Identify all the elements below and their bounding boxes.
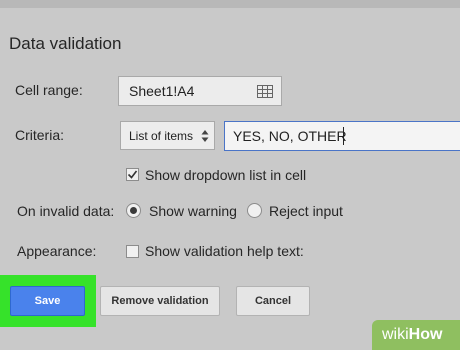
criteria-list-input[interactable]: YES, NO, OTHER — [224, 121, 460, 151]
remove-validation-button[interactable]: Remove validation — [100, 286, 220, 316]
criteria-type-value: List of items — [129, 129, 194, 143]
reject-input-label: Reject input — [269, 203, 343, 219]
appearance-label: Appearance: — [17, 243, 97, 259]
show-help-text-label: Show validation help text: — [145, 243, 304, 259]
text-cursor — [343, 127, 344, 145]
radio-selected-dot — [130, 207, 137, 214]
invalid-data-label: On invalid data: — [17, 203, 115, 219]
criteria-list-value: YES, NO, OTHER — [233, 128, 347, 144]
cancel-button[interactable]: Cancel — [236, 286, 310, 316]
cell-range-field[interactable]: Sheet1!A4 — [118, 76, 282, 106]
show-dropdown-label: Show dropdown list in cell — [145, 167, 307, 183]
watermark-how: How — [408, 326, 443, 343]
dialog-top-edge — [0, 0, 460, 8]
wikihow-watermark: wikiHow — [372, 320, 460, 350]
grid-icon[interactable] — [257, 85, 273, 103]
criteria-type-select[interactable]: List of items — [120, 121, 215, 150]
cell-range-label: Cell range: — [15, 82, 83, 98]
show-warning-label: Show warning — [149, 203, 237, 219]
show-warning-radio[interactable] — [126, 203, 141, 218]
show-help-text-checkbox[interactable] — [126, 245, 139, 258]
show-dropdown-checkbox[interactable] — [126, 168, 139, 181]
criteria-label: Criteria: — [15, 127, 65, 143]
checkmark-icon — [127, 170, 138, 179]
dialog-title: Data validation — [9, 34, 122, 53]
save-button[interactable]: Save — [10, 286, 85, 316]
watermark-wiki: wiki — [382, 326, 409, 343]
reject-input-radio[interactable] — [247, 203, 262, 218]
up-down-arrows-icon — [201, 128, 209, 144]
cell-range-value: Sheet1!A4 — [129, 83, 195, 99]
